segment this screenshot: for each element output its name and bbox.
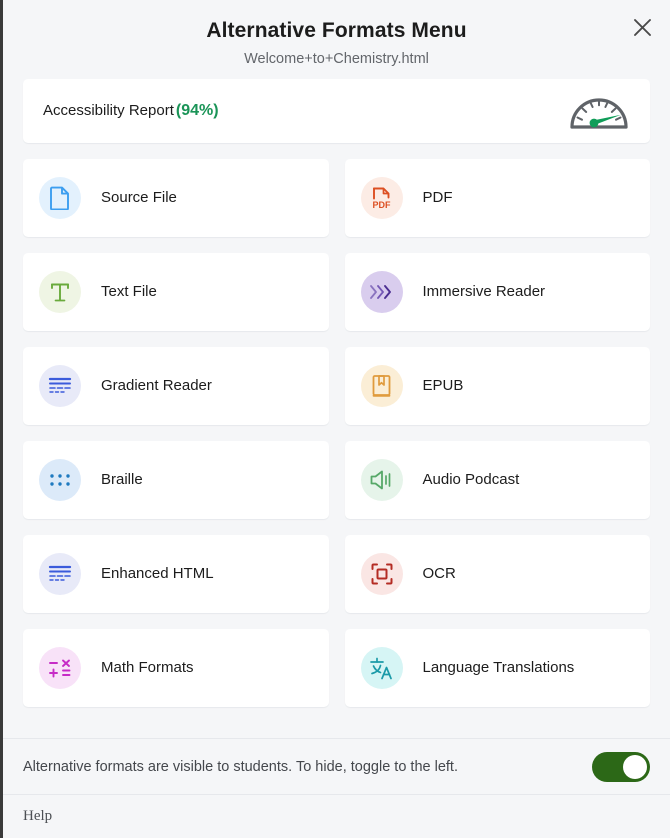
speaker-sound-icon (360, 459, 403, 501)
gauge-icon (568, 88, 630, 135)
text-t-icon (39, 271, 81, 313)
format-card-source-file[interactable]: Source File (23, 159, 329, 237)
formats-grid: Source File PDF PDF Text File Immersive … (23, 159, 650, 707)
accessibility-report-card[interactable]: Accessibility Report (94%) (23, 79, 650, 143)
format-label: Enhanced HTML (101, 565, 214, 582)
alternative-formats-dialog: Alternative Formats Menu Welcome+to+Chem… (0, 0, 670, 838)
format-label: Text File (101, 283, 157, 300)
page-title: Alternative Formats Menu (206, 19, 467, 42)
book-bookmark-icon (360, 365, 403, 407)
file-name-subtitle: Welcome+to+Chemistry.html (244, 51, 429, 67)
format-card-ocr[interactable]: OCR (344, 535, 650, 613)
format-card-immersive-reader[interactable]: Immersive Reader (344, 253, 650, 331)
format-label: Audio Podcast (422, 471, 520, 488)
dialog-footer: Alternative formats are visible to stude… (3, 738, 670, 838)
format-card-braille[interactable]: Braille (23, 441, 329, 519)
format-label: Braille (101, 471, 143, 488)
format-card-gradient-reader[interactable]: Gradient Reader (23, 347, 329, 425)
translate-icon (360, 647, 403, 689)
format-card-audio-podcast[interactable]: Audio Podcast (344, 441, 650, 519)
format-label: Gradient Reader (101, 377, 212, 394)
accessibility-report-label: Accessibility Report (43, 102, 174, 119)
format-label: Immersive Reader (422, 283, 546, 300)
formats-scroll-area: Accessibility Report (94%) Source File P… (3, 79, 670, 738)
braille-dots-icon (39, 459, 81, 501)
format-card-text-file[interactable]: Text File (23, 253, 329, 331)
format-label: EPUB (422, 377, 464, 394)
visibility-toggle-row: Alternative formats are visible to stude… (3, 738, 670, 794)
accessibility-report-score: (94%) (175, 102, 219, 119)
help-row: Help (3, 794, 670, 838)
format-label: OCR (422, 565, 456, 582)
visibility-toggle[interactable] (592, 751, 650, 782)
format-card-enhanced-html[interactable]: Enhanced HTML (23, 535, 329, 613)
scan-frame-icon (360, 553, 403, 595)
format-label: Source File (101, 189, 177, 206)
svg-text:PDF: PDF (372, 200, 391, 210)
accessibility-report-text: Accessibility Report (94%) (43, 102, 219, 120)
chevrons-right-icon (360, 271, 403, 313)
format-label: Language Translations (422, 659, 575, 676)
close-button[interactable] (625, 10, 659, 44)
text-lines-icon (39, 553, 81, 595)
math-symbols-icon (39, 647, 81, 689)
format-card-math-formats[interactable]: Math Formats (23, 629, 329, 707)
format-card-language-translations[interactable]: Language Translations (344, 629, 650, 707)
document-icon (39, 177, 81, 219)
visibility-toggle-description: Alternative formats are visible to stude… (23, 758, 458, 775)
dialog-header: Alternative Formats Menu Welcome+to+Chem… (3, 0, 670, 79)
text-lines-icon (39, 365, 81, 407)
toggle-knob (623, 754, 647, 779)
format-label: Math Formats (101, 659, 194, 676)
format-card-epub[interactable]: EPUB (344, 347, 650, 425)
format-card-pdf[interactable]: PDF PDF (344, 159, 650, 237)
help-link[interactable]: Help (23, 808, 52, 825)
pdf-file-icon: PDF (360, 177, 403, 219)
close-icon (633, 18, 652, 37)
format-label: PDF (422, 189, 453, 206)
